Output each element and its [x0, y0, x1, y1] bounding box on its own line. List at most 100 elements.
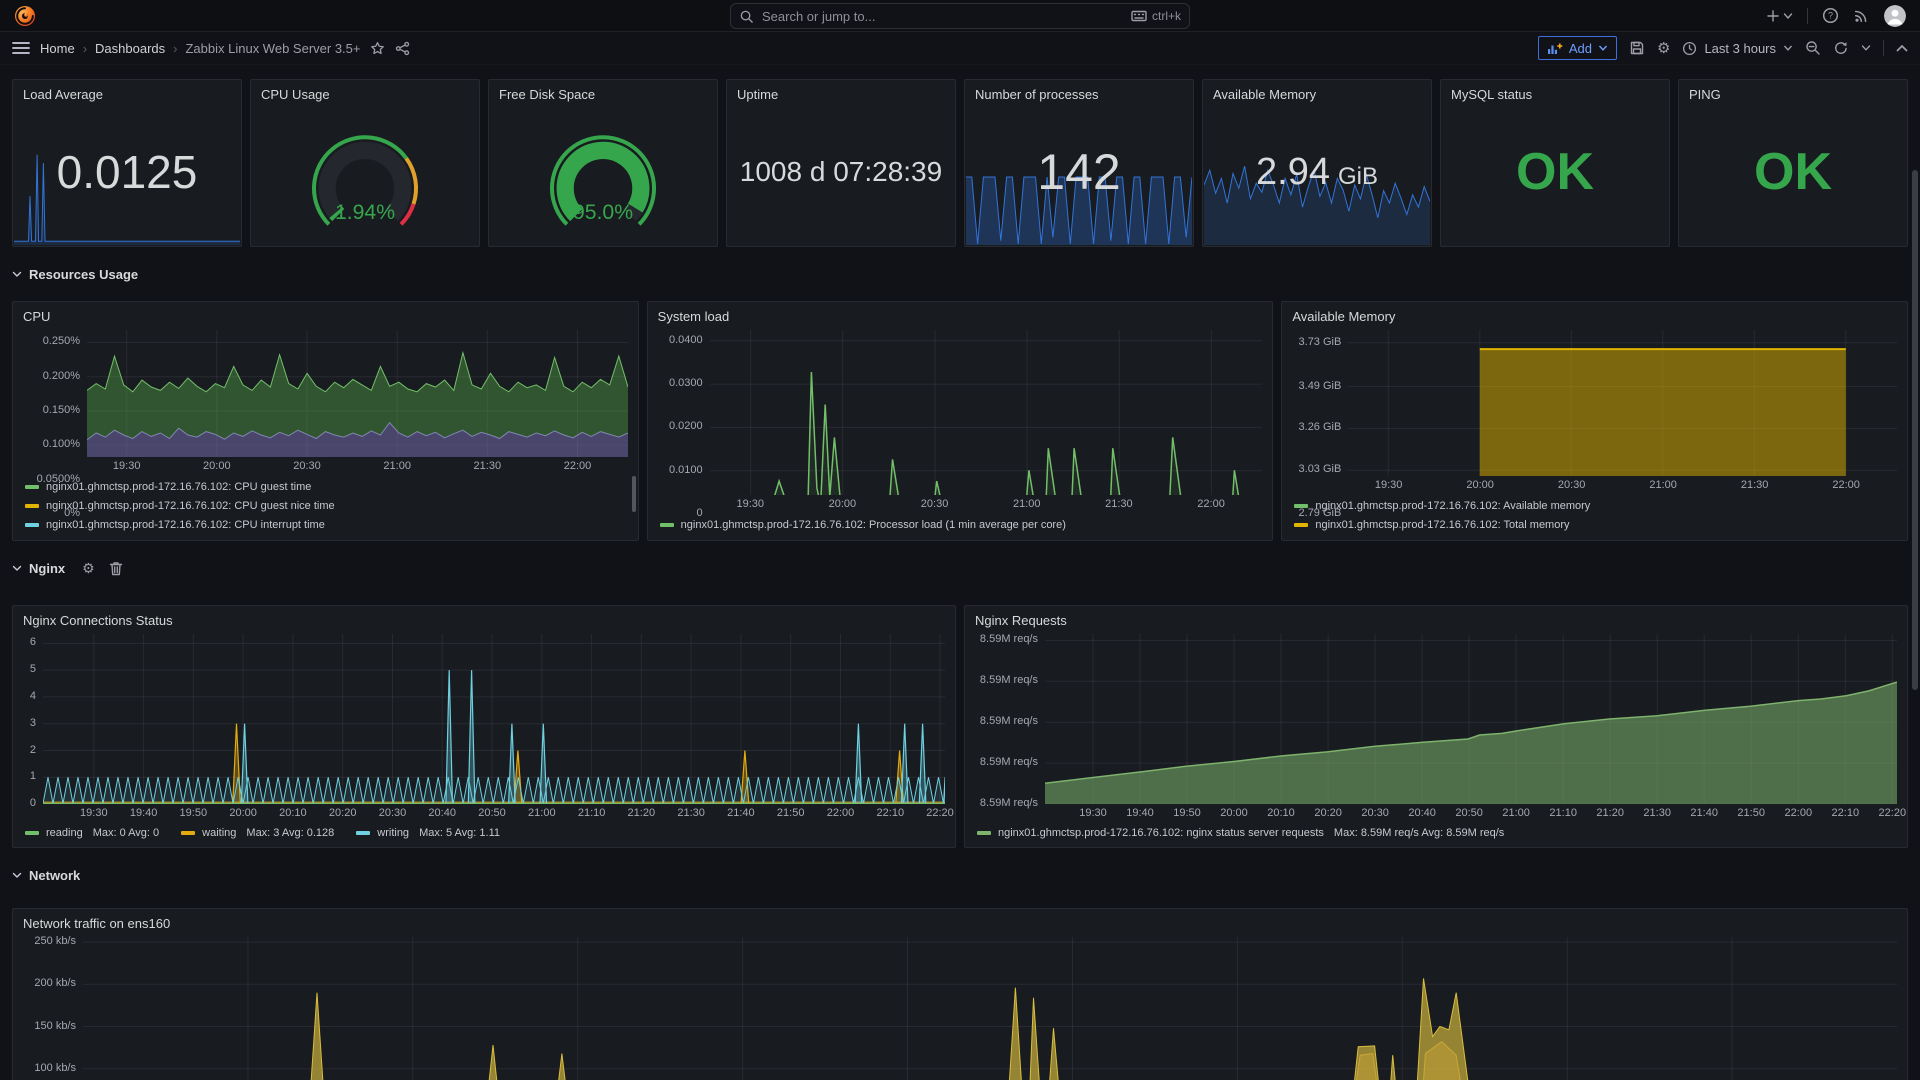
- breadcrumb-dashboards[interactable]: Dashboards: [95, 41, 165, 56]
- legend-item[interactable]: nginx01.ghmctsp.prod-172.16.76.102: Avai…: [1294, 496, 1897, 515]
- y-axis-tick: 2: [30, 744, 36, 756]
- y-axis-tick: 8.59M req/s: [980, 797, 1038, 809]
- panel-title[interactable]: Nginx Connections Status: [13, 606, 955, 631]
- page-scrollbar[interactable]: [1912, 170, 1918, 690]
- x-axis-tick: 19:30: [720, 498, 780, 510]
- panel-title[interactable]: PING: [1679, 80, 1907, 105]
- panel-title[interactable]: System load: [648, 302, 1273, 327]
- new-item-button[interactable]: [1766, 9, 1793, 23]
- y-axis-tick: 8.59M req/s: [980, 715, 1038, 727]
- row-header-network[interactable]: Network: [12, 862, 1908, 888]
- refresh-interval-chevron-icon[interactable]: [1861, 44, 1871, 52]
- y-axis-tick: 150 kb/s: [34, 1020, 76, 1032]
- grafana-logo-icon[interactable]: [14, 5, 36, 27]
- breadcrumb-separator: ›: [173, 41, 177, 56]
- y-axis-tick: 0.200%: [43, 370, 80, 382]
- collapse-topbar-chevron-up-icon[interactable]: [1896, 44, 1908, 53]
- legend-item[interactable]: nginx01.ghmctsp.prod-172.16.76.102: Tota…: [1294, 515, 1897, 534]
- y-axis-tick: 3.49 GiB: [1299, 380, 1342, 392]
- search-input[interactable]: Search or jump to... ctrl+k: [730, 3, 1190, 29]
- panel-title[interactable]: Free Disk Space: [489, 80, 717, 105]
- share-icon[interactable]: [395, 41, 410, 56]
- y-axis-tick: 4: [30, 690, 36, 702]
- y-axis-tick: 0.0300: [669, 377, 703, 389]
- panel-title[interactable]: Uptime: [727, 80, 955, 105]
- legend-item[interactable]: waitingMax: 3 Avg: 0.128: [181, 827, 334, 839]
- legend-item[interactable]: nginx01.ghmctsp.prod-172.16.76.102: ngin…: [977, 827, 1504, 839]
- panel-cpu-chart: CPU 0%0.0500%0.100%0.150%0.200%0.250% 19…: [12, 301, 639, 541]
- panel-title[interactable]: Available Memory: [1282, 302, 1907, 327]
- save-dashboard-icon[interactable]: [1629, 40, 1645, 56]
- keyboard-icon: [1131, 10, 1147, 22]
- legend-item[interactable]: nginx01.ghmctsp.prod-172.16.76.102: CPU …: [25, 515, 628, 534]
- breadcrumb-home[interactable]: Home: [40, 41, 75, 56]
- chart-canvas[interactable]: [83, 937, 1897, 1080]
- legend-swatch: [1294, 523, 1308, 527]
- favorite-star-icon[interactable]: [370, 41, 385, 56]
- legend-swatch: [25, 523, 39, 527]
- y-axis-tick: 0%: [64, 507, 80, 519]
- legend-item[interactable]: nginx01.ghmctsp.prod-172.16.76.102: CPU …: [25, 496, 628, 515]
- y-axis-tick: 3.03 GiB: [1299, 463, 1342, 475]
- help-icon[interactable]: ?: [1822, 7, 1839, 24]
- breadcrumb-current: Zabbix Linux Web Server 3.5+: [185, 41, 360, 56]
- panel-title[interactable]: Network traffic on ens160: [13, 909, 1907, 934]
- stat-unit: GiB: [1338, 153, 1378, 191]
- chart-canvas[interactable]: [1045, 634, 1897, 804]
- chart-legend: nginx01.ghmctsp.prod-172.16.76.102: CPU …: [23, 474, 628, 534]
- stat-value: OK: [1447, 104, 1663, 240]
- stat-value: OK: [1685, 104, 1901, 240]
- svg-text:1.94%: 1.94%: [335, 201, 395, 224]
- y-axis-tick: 8.59M req/s: [980, 633, 1038, 645]
- y-axis-tick: 6: [30, 636, 36, 648]
- y-axis-tick: 0.250%: [43, 335, 80, 347]
- chart-canvas[interactable]: [43, 634, 945, 804]
- y-axis-tick: 2.79 GiB: [1299, 507, 1342, 519]
- row-header-nginx[interactable]: Nginx ⚙: [12, 555, 1908, 581]
- row-delete-trash-icon[interactable]: [109, 561, 123, 576]
- legend-item[interactable]: readingMax: 0 Avg: 0: [25, 827, 159, 839]
- x-axis-tick: 19:30: [97, 460, 157, 472]
- stat-value: 0.0125: [19, 104, 235, 240]
- panel-title[interactable]: Load Average: [13, 80, 241, 105]
- chevron-down-icon: [12, 871, 22, 879]
- panel-title[interactable]: MySQL status: [1441, 80, 1669, 105]
- zoom-out-icon[interactable]: [1805, 40, 1821, 56]
- user-avatar[interactable]: [1884, 5, 1906, 27]
- x-axis-tick: 19:30: [1359, 479, 1419, 491]
- panel-title[interactable]: Available Memory: [1203, 80, 1431, 105]
- y-axis-tick: 0.0100: [669, 464, 703, 476]
- x-axis-tick: 22:00: [1816, 479, 1876, 491]
- x-axis-tick: 21:30: [457, 460, 517, 472]
- legend-scrollbar[interactable]: [632, 476, 636, 512]
- refresh-icon[interactable]: [1833, 40, 1849, 56]
- chart-canvas[interactable]: [710, 330, 1263, 495]
- x-axis-tick: 20:00: [1450, 479, 1510, 491]
- menu-icon[interactable]: [12, 41, 30, 55]
- y-axis-tick: 8.59M req/s: [980, 674, 1038, 686]
- legend-swatch: [181, 831, 195, 835]
- chart-canvas[interactable]: [1348, 330, 1897, 476]
- legend-item[interactable]: nginx01.ghmctsp.prod-172.16.76.102: Proc…: [660, 515, 1263, 534]
- time-range-picker[interactable]: Last 3 hours: [1682, 41, 1793, 56]
- dashboard-settings-gear-icon[interactable]: ⚙: [1657, 41, 1670, 56]
- add-panel-button[interactable]: Add: [1538, 36, 1617, 60]
- row-settings-gear-icon[interactable]: ⚙: [82, 561, 95, 575]
- x-axis-tick: 21:00: [367, 460, 427, 472]
- legend-item[interactable]: writingMax: 5 Avg: 1.11: [356, 827, 500, 839]
- panel-title[interactable]: Nginx Requests: [965, 606, 1907, 631]
- y-axis-tick: 3.73 GiB: [1299, 336, 1342, 348]
- news-rss-icon[interactable]: [1853, 7, 1870, 24]
- chart-legend: readingMax: 0 Avg: 0 waitingMax: 3 Avg: 0…: [23, 821, 945, 841]
- panel-title[interactable]: CPU: [13, 302, 638, 327]
- row-header-resources-usage[interactable]: Resources Usage: [12, 261, 1908, 287]
- x-axis-tick: 20:30: [1542, 479, 1602, 491]
- y-axis-tick: 0.150%: [43, 404, 80, 416]
- panel-cpu-usage: CPU Usage 1.94%: [250, 79, 480, 247]
- add-button-label: Add: [1569, 41, 1592, 56]
- y-axis-tick: 1: [30, 770, 36, 782]
- panel-title[interactable]: Number of processes: [965, 80, 1193, 105]
- panel-title[interactable]: CPU Usage: [251, 80, 479, 105]
- legend-item[interactable]: nginx01.ghmctsp.prod-172.16.76.102: CPU …: [25, 477, 628, 496]
- chart-canvas[interactable]: [87, 330, 628, 457]
